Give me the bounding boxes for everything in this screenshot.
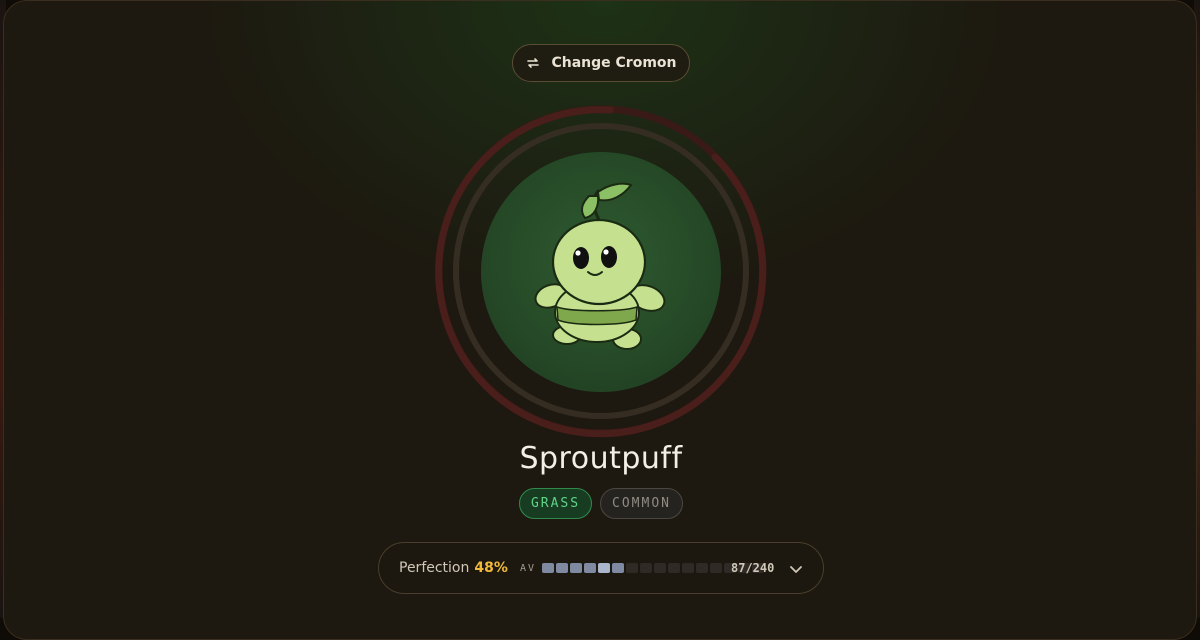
av-bar-segment — [626, 563, 638, 573]
cromon-portrait-frame — [434, 101, 774, 441]
change-cromon-button[interactable]: Change Cromon — [512, 44, 690, 82]
av-bar-segment — [654, 563, 666, 573]
av-bar-segment — [556, 563, 568, 573]
av-bar-segment — [668, 563, 680, 573]
type-badge: GRASS — [519, 488, 592, 519]
swap-arrows-icon — [525, 55, 541, 71]
av-score: 87/240 — [731, 561, 775, 575]
av-bar-segment — [612, 563, 624, 573]
cromon-name: Sproutpuff — [519, 441, 683, 476]
perfection-label-group: Perfection 48% — [399, 543, 508, 593]
av-bar-segment — [542, 563, 554, 573]
badge-row: GRASS COMMON — [4, 488, 1196, 519]
av-bar-segment — [696, 563, 708, 573]
perfection-label: Perfection — [399, 560, 470, 576]
cromon-detail-panel: Change Cromon Sproutpuff GRASS COMMON Pe… — [3, 0, 1197, 640]
perfection-summary-toggle[interactable]: Perfection 48% AV 87/240 — [378, 542, 824, 594]
av-bar-segment — [570, 563, 582, 573]
rarity-badge: COMMON — [600, 488, 683, 519]
chevron-down-icon[interactable] — [787, 560, 805, 578]
av-bar-segment — [598, 563, 610, 573]
av-bar-segment — [640, 563, 652, 573]
av-bar-segment — [584, 563, 596, 573]
av-label: AV — [520, 562, 537, 574]
sproutpuff-sprite — [534, 182, 666, 350]
av-bar-segment — [682, 563, 694, 573]
av-bar-segment — [710, 563, 722, 573]
change-cromon-label: Change Cromon — [551, 55, 677, 71]
cromon-portrait — [481, 152, 721, 392]
perfection-value: 48% — [474, 560, 508, 576]
